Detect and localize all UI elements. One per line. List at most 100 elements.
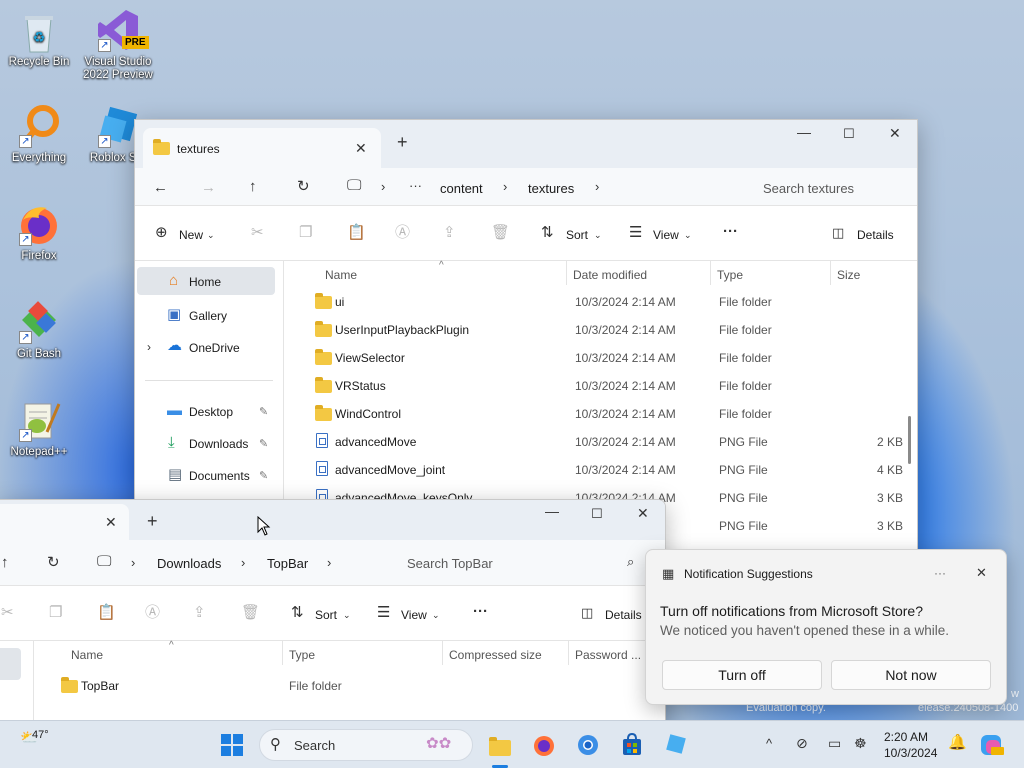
column-divider[interactable] [282,641,283,665]
maximize-icon[interactable]: ☐ [591,506,603,522]
clock-time[interactable]: 2:20 AM [884,730,928,744]
tab-textures[interactable]: textures ✕ [143,128,381,168]
not-now-button[interactable]: Not now [831,660,991,690]
close-icon[interactable]: ✕ [976,565,987,581]
details-button[interactable]: Details [857,228,894,242]
paste-icon[interactable]: 📋 [97,605,116,621]
column-divider[interactable] [568,641,569,665]
search-input[interactable]: Search textures [745,172,917,202]
cut-icon[interactable]: ✂ [1,605,14,621]
more-options-icon[interactable]: ··· [934,565,946,581]
copy-icon[interactable]: ❐ [299,225,312,241]
column-divider[interactable] [442,641,443,665]
weather-temp[interactable]: 47° [32,729,49,741]
forward-icon[interactable]: → [201,180,216,196]
up-icon[interactable]: ↑ [249,179,257,195]
close-tab-icon[interactable]: ✕ [105,514,117,530]
refresh-icon[interactable]: ↻ [297,179,310,195]
column-divider[interactable] [566,261,567,285]
delete-icon[interactable]: 🗑 [241,605,260,621]
cut-icon[interactable]: ✂ [251,225,264,241]
back-icon[interactable]: ← [153,180,168,196]
view-button[interactable]: View [401,608,427,622]
column-header-date[interactable]: Date modified [573,268,647,282]
column-header-type[interactable]: Type [717,268,743,282]
up-icon[interactable]: ↑ [1,555,9,571]
sort-button[interactable]: Sort [566,228,588,242]
column-divider[interactable] [830,261,831,285]
desktop-icon-everything[interactable]: ↗ Everything [3,104,75,165]
column-header-password[interactable]: Password ... [575,648,641,662]
show-hidden-icons-icon[interactable]: ^ [766,736,772,752]
copilot-button[interactable] [978,732,1004,758]
column-header-name[interactable]: Name [71,648,103,662]
notification-bell-icon[interactable]: 🔔 [948,735,967,751]
sidebar-item-home[interactable]: ⌂ Home [137,267,275,295]
desktop-icon-visual-studio[interactable]: PRE ↗ Visual Studio 2022 Preview [82,8,154,82]
details-button[interactable]: Details [605,608,642,622]
breadcrumb-textures[interactable]: textures [528,181,574,196]
column-header-type[interactable]: Type [289,648,315,662]
breadcrumb-topbar[interactable]: TopBar [267,556,308,571]
share-icon[interactable]: ⇪ [443,225,456,241]
sidebar-item-documents[interactable]: ▤ Documents ✎ [135,461,273,489]
sidebar-item-downloads[interactable]: ⤓ Downloads ✎ [135,429,273,457]
pin-icon[interactable]: ✎ [259,404,268,420]
column-header-name[interactable]: Name [325,268,357,282]
breadcrumb-downloads[interactable]: Downloads [157,556,221,571]
file-row[interactable]: ui 10/3/2024 2:14 AM File folder [293,287,907,315]
pane-splitter[interactable] [33,641,34,728]
sidebar-item-onedrive[interactable]: › ☁ OneDrive [135,333,273,361]
file-row[interactable]: WindControl 10/3/2024 2:14 AM File folder [293,399,907,427]
file-row[interactable]: TopBar File folder [39,671,665,699]
copy-icon[interactable]: ❐ [49,605,62,621]
sidebar-item-selected[interactable] [0,648,21,680]
rename-icon[interactable]: Ⓐ [395,225,410,241]
column-header-compressed-size[interactable]: Compressed size [449,648,542,662]
file-row[interactable]: UserInputPlaybackPlugin 10/3/2024 2:14 AM… [293,315,907,343]
vertical-scrollbar[interactable] [908,416,911,464]
close-window-icon[interactable]: ✕ [637,505,649,521]
new-button[interactable]: New [179,228,203,242]
maximize-icon[interactable]: ☐ [843,126,855,142]
paste-icon[interactable]: 📋 [347,225,366,241]
file-row[interactable]: ViewSelector 10/3/2024 2:14 AM File folder [293,343,907,371]
new-tab-icon[interactable]: + [397,133,408,151]
sidebar-item-gallery[interactable]: ▣ Gallery [135,301,273,329]
taskbar-firefox[interactable] [530,731,558,759]
more-options-icon[interactable]: ··· [473,604,488,620]
more-path-icon[interactable]: ··· [409,178,422,194]
taskbar-chrome[interactable] [574,731,602,759]
delete-icon[interactable]: 🗑 [491,225,510,241]
column-header-size[interactable]: Size [837,268,860,282]
refresh-icon[interactable]: ↻ [47,555,60,571]
breadcrumb-content[interactable]: content [440,181,483,196]
expand-chevron-icon[interactable]: › [147,339,151,355]
rename-icon[interactable]: Ⓐ [145,605,160,621]
minimize-icon[interactable]: — [545,503,559,519]
more-options-icon[interactable]: ··· [723,224,738,240]
accessibility-icon[interactable]: ☸ [854,735,867,751]
taskbar-file-explorer[interactable] [486,731,514,768]
file-row[interactable]: advancedMove 10/3/2024 2:14 AM PNG File 2 K… [293,427,907,455]
column-divider[interactable] [710,261,711,285]
share-icon[interactable]: ⇪ [193,605,206,621]
network-disconnected-icon[interactable]: ⊘ [796,735,808,751]
display-icon[interactable]: ▭ [828,735,841,751]
desktop-icon-git-bash[interactable]: ↗ Git Bash [3,300,75,361]
file-row[interactable]: VRStatus 10/3/2024 2:14 AM File folder [293,371,907,399]
pin-icon[interactable]: ✎ [259,468,268,484]
new-tab-icon[interactable]: + [147,512,158,530]
desktop-icon-notepad-plus-plus[interactable]: ↗ Notepad++ [3,398,75,459]
desktop-icon-recycle-bin[interactable]: ♻ Recycle Bin [3,8,75,69]
pin-icon[interactable]: ✎ [259,436,268,452]
sort-button[interactable]: Sort [315,608,337,622]
start-button[interactable] [218,731,246,759]
file-row[interactable]: advancedMove_joint 10/3/2024 2:14 AM PNG F… [293,455,907,483]
turn-off-button[interactable]: Turn off [662,660,822,690]
taskbar-roblox-studio[interactable] [662,731,690,759]
close-window-icon[interactable]: ✕ [889,125,901,141]
taskbar-microsoft-store[interactable] [618,731,646,759]
minimize-icon[interactable]: — [797,124,811,140]
view-button[interactable]: View [653,228,679,242]
